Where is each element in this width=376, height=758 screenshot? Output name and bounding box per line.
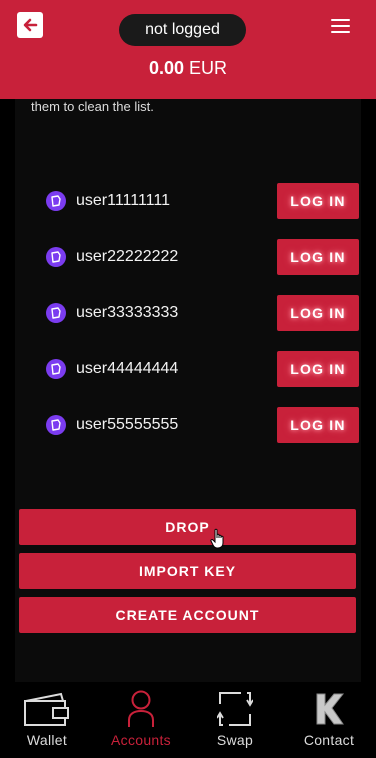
app-header: not logged 0.00 EUR <box>0 0 376 99</box>
account-avatar-icon <box>46 303 66 323</box>
tab-contact[interactable]: Contact <box>282 682 376 758</box>
login-status-text: not logged <box>145 21 220 38</box>
login-button[interactable]: LOG IN <box>277 183 359 219</box>
arrow-left-icon <box>23 18 38 32</box>
account-row: user22222222 LOG IN <box>30 239 360 275</box>
swap-icon <box>217 692 253 726</box>
accounts-panel: them to clean the list. user11111111 LOG… <box>15 99 361 682</box>
account-name: user11111111 <box>76 192 170 209</box>
wallet-icon <box>24 692 69 726</box>
tab-label: Wallet <box>26 732 68 748</box>
account-avatar-icon <box>46 191 66 211</box>
hand-pointer-cursor-icon <box>210 528 224 549</box>
balance-currency: EUR <box>189 58 228 78</box>
account-row: user33333333 LOG IN <box>30 295 360 331</box>
account-row: user11111111 LOG IN <box>30 183 360 219</box>
tab-accounts[interactable]: Accounts <box>94 682 188 758</box>
k-logo-icon <box>316 693 345 725</box>
account-row: user44444444 LOG IN <box>30 351 360 387</box>
import-key-button[interactable]: IMPORT KEY <box>19 553 356 589</box>
balance: 0.00 EUR <box>0 58 376 79</box>
back-button[interactable] <box>17 12 43 38</box>
person-icon <box>128 690 154 727</box>
login-button[interactable]: LOG IN <box>277 351 359 387</box>
account-avatar-icon <box>46 247 66 267</box>
tab-label: Contact <box>303 732 355 748</box>
balance-amount: 0.00 <box>148 58 184 78</box>
account-name: user44444444 <box>76 360 179 377</box>
account-avatar-icon <box>46 415 66 435</box>
account-name: user55555555 <box>76 416 179 433</box>
login-button[interactable]: LOG IN <box>277 407 359 443</box>
tab-label: Accounts <box>111 732 171 748</box>
account-avatar-icon <box>46 359 66 379</box>
account-row: user55555555 LOG IN <box>30 407 360 443</box>
help-note: them to clean the list. <box>31 99 154 114</box>
drop-button[interactable]: DROP <box>19 509 356 545</box>
tab-swap[interactable]: Swap <box>188 682 282 758</box>
bottom-tab-bar: Wallet Accounts Swap Contact <box>0 682 376 758</box>
login-button[interactable]: LOG IN <box>277 295 359 331</box>
tab-label: Swap <box>216 732 254 748</box>
account-name: user22222222 <box>76 248 179 265</box>
login-status-badge: not logged <box>119 14 246 46</box>
hamburger-menu-icon[interactable] <box>331 19 350 33</box>
create-account-button[interactable]: CREATE ACCOUNT <box>19 597 356 633</box>
login-button[interactable]: LOG IN <box>277 239 359 275</box>
tab-wallet[interactable]: Wallet <box>0 682 94 758</box>
account-name: user33333333 <box>76 304 179 321</box>
